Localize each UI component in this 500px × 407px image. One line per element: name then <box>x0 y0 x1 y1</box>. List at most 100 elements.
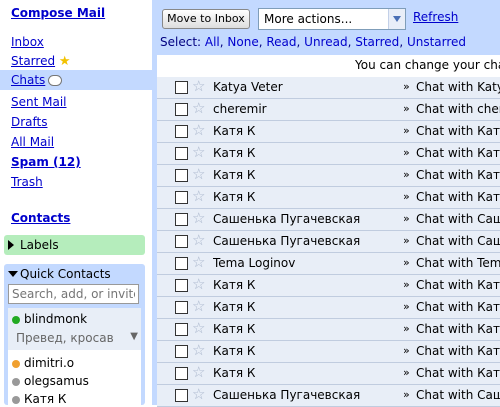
message-subject: Chat with Катя <box>416 344 500 358</box>
message-row[interactable]: ☆ Сашенька Пугачевская » Chat with Саш <box>157 209 500 231</box>
contact-item[interactable]: dimitri.o <box>12 356 74 370</box>
row-checkbox[interactable] <box>175 389 188 402</box>
star-outline-icon[interactable]: ☆ <box>192 77 205 96</box>
labels-panel-header[interactable]: Labels <box>4 235 145 255</box>
row-checkbox[interactable] <box>175 367 188 380</box>
star-outline-icon[interactable]: ☆ <box>192 297 205 316</box>
row-checkbox[interactable] <box>175 191 188 204</box>
refresh-link[interactable]: Refresh <box>413 10 458 24</box>
chevron-right-icon: » <box>403 256 410 269</box>
message-row[interactable]: ☆ Katya Veter » Chat with Katya <box>157 77 500 99</box>
sidebar: Compose Mail Inbox Starred ★ Chats Sent … <box>0 0 152 406</box>
message-row[interactable]: ☆ Катя К » Chat with Катя <box>157 363 500 385</box>
sidebar-item-sent[interactable]: Sent Mail <box>11 95 67 109</box>
sidebar-item-starred-wrap: Starred ★ <box>11 54 71 69</box>
select-read-link[interactable]: Read <box>266 35 296 49</box>
contacts-search-input[interactable] <box>8 284 139 304</box>
sender-name: Катя К <box>213 300 256 314</box>
row-checkbox[interactable] <box>175 103 188 116</box>
message-row[interactable]: ☆ Tema Loginov » Chat with Tema <box>157 253 500 275</box>
select-all-link[interactable]: All <box>205 35 220 49</box>
status-message-select[interactable]: Превед, кросав ▼ <box>16 331 138 345</box>
message-row[interactable]: ☆ Катя К » Chat with Катя <box>157 341 500 363</box>
chevron-right-icon: » <box>403 190 410 203</box>
sender-name: Катя К <box>213 190 256 204</box>
select-none-link[interactable]: None <box>227 35 258 49</box>
sender-name: Катя К <box>213 168 256 182</box>
sender-name: Tema Loginov <box>213 256 296 270</box>
row-checkbox[interactable] <box>175 301 188 314</box>
my-status-box: blindmonk Превед, кросав ▼ <box>8 308 141 350</box>
message-row[interactable]: ☆ Сашенька Пугачевская » Chat with Саш <box>157 231 500 253</box>
quick-contacts-panel: Quick Contacts blindmonk Превед, кросав … <box>4 264 145 406</box>
star-outline-icon[interactable]: ☆ <box>192 165 205 184</box>
select-starred-link[interactable]: Starred <box>355 35 399 49</box>
message-row[interactable]: ☆ cheremir » Chat with cherem <box>157 99 500 121</box>
star-outline-icon[interactable]: ☆ <box>192 253 205 272</box>
contact-name: dimitri.o <box>24 356 75 370</box>
star-outline-icon[interactable]: ☆ <box>192 275 205 294</box>
sidebar-item-chats-row[interactable]: Chats <box>0 70 152 90</box>
star-outline-icon[interactable]: ☆ <box>192 209 205 228</box>
sidebar-item-starred[interactable]: Starred <box>11 54 55 68</box>
triangle-right-icon <box>8 240 14 250</box>
chat-bubble-icon <box>48 75 63 86</box>
star-outline-icon[interactable]: ☆ <box>192 187 205 206</box>
star-outline-icon[interactable]: ☆ <box>192 385 205 404</box>
select-unread-link[interactable]: Unread <box>304 35 347 49</box>
message-row[interactable]: ☆ Катя К » Chat with Катя <box>157 143 500 165</box>
row-checkbox[interactable] <box>175 169 188 182</box>
chevron-right-icon: » <box>403 366 410 379</box>
message-row[interactable]: ☆ Катя К » Chat with Катя <box>157 187 500 209</box>
row-checkbox[interactable] <box>175 235 188 248</box>
star-outline-icon[interactable]: ☆ <box>192 143 205 162</box>
sidebar-item-chats[interactable]: Chats <box>11 73 45 87</box>
row-checkbox[interactable] <box>175 213 188 226</box>
move-to-inbox-button[interactable]: Move to Inbox <box>162 9 250 29</box>
sidebar-item-spam[interactable]: Spam (12) <box>11 155 81 169</box>
message-subject: Chat with Katya <box>416 80 500 94</box>
contacts-link[interactable]: Contacts <box>11 211 70 225</box>
sidebar-item-trash[interactable]: Trash <box>11 175 43 189</box>
row-checkbox[interactable] <box>175 279 188 292</box>
my-contact[interactable]: blindmonk <box>12 312 87 326</box>
row-checkbox[interactable] <box>175 323 188 336</box>
chevron-right-icon: » <box>403 124 410 137</box>
message-row[interactable]: ☆ Катя К » Chat with Катя <box>157 319 500 341</box>
compose-mail-link[interactable]: Compose Mail <box>11 6 105 20</box>
chevron-right-icon: » <box>403 322 410 335</box>
star-outline-icon[interactable]: ☆ <box>192 231 205 250</box>
triangle-down-icon[interactable] <box>8 271 18 277</box>
sender-name: Катя К <box>213 278 256 292</box>
sidebar-item-inbox[interactable]: Inbox <box>11 35 44 49</box>
message-row[interactable]: ☆ Катя К » Chat with Катя <box>157 297 500 319</box>
contact-item[interactable]: olegsamus <box>12 374 89 388</box>
sidebar-item-all-mail[interactable]: All Mail <box>11 135 54 149</box>
star-outline-icon[interactable]: ☆ <box>192 99 205 118</box>
row-checkbox[interactable] <box>175 345 188 358</box>
chevron-right-icon: » <box>403 300 410 313</box>
contact-item[interactable]: Катя К <box>12 392 66 406</box>
star-outline-icon[interactable]: ☆ <box>192 319 205 338</box>
row-checkbox[interactable] <box>175 147 188 160</box>
more-actions-select[interactable]: More actions... <box>258 8 406 30</box>
message-row[interactable]: ☆ Катя К » Chat with Катя <box>157 275 500 297</box>
sidebar-item-drafts[interactable]: Drafts <box>11 115 48 129</box>
message-subject: Chat with Катя <box>416 366 500 380</box>
select-unstarred-link[interactable]: Unstarred <box>407 35 466 49</box>
star-outline-icon[interactable]: ☆ <box>192 121 205 140</box>
message-subject: Chat with Катя <box>416 300 500 314</box>
star-outline-icon[interactable]: ☆ <box>192 341 205 360</box>
row-checkbox[interactable] <box>175 125 188 138</box>
row-checkbox[interactable] <box>175 81 188 94</box>
message-row[interactable]: ☆ Катя К » Chat with Катя <box>157 165 500 187</box>
chevron-right-icon: » <box>403 146 410 159</box>
star-outline-icon[interactable]: ☆ <box>192 363 205 382</box>
message-row[interactable]: ☆ Сашенька Пугачевская » Chat with Саш <box>157 385 500 407</box>
chevron-right-icon: » <box>403 234 410 247</box>
sender-name: Катя К <box>213 146 256 160</box>
message-row[interactable]: ☆ Катя К » Chat with Катя <box>157 121 500 143</box>
row-checkbox[interactable] <box>175 257 188 270</box>
online-status-icon <box>12 315 20 324</box>
message-subject: Chat with Tema <box>416 256 500 270</box>
